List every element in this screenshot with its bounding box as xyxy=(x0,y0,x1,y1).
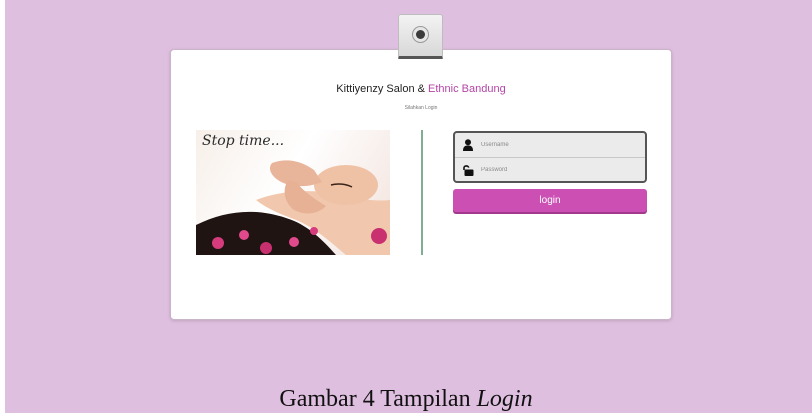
salon-image: Stop time... xyxy=(196,130,390,255)
user-icon xyxy=(455,133,481,157)
username-field[interactable] xyxy=(481,135,631,155)
password-row xyxy=(455,157,645,181)
vertical-divider xyxy=(421,130,423,255)
caption-emphasis: Login xyxy=(476,386,533,412)
unlock-icon xyxy=(455,158,481,181)
password-field[interactable] xyxy=(481,160,631,180)
title-accent: Ethnic Bandung xyxy=(428,83,506,95)
title-prefix: Kittiyenzy Salon & xyxy=(336,83,429,95)
caption-prefix: Gambar 4 Tampilan xyxy=(279,386,477,412)
figure-caption: Gambar 4 Tampilan Login xyxy=(0,386,812,413)
page-title: Kittiyenzy Salon & Ethnic Bandung xyxy=(171,83,671,95)
webcam-icon xyxy=(398,14,443,59)
image-caption: Stop time... xyxy=(202,133,285,149)
username-row xyxy=(455,133,645,157)
login-subtitle: Silahkan Login xyxy=(404,105,438,111)
login-card: Kittiyenzy Salon & Ethnic Bandung Silahk… xyxy=(170,49,672,320)
page-background: Kittiyenzy Salon & Ethnic Bandung Silahk… xyxy=(5,0,812,413)
login-button[interactable]: login xyxy=(453,189,647,212)
login-form xyxy=(453,131,647,183)
camera-lens-icon xyxy=(412,26,429,43)
